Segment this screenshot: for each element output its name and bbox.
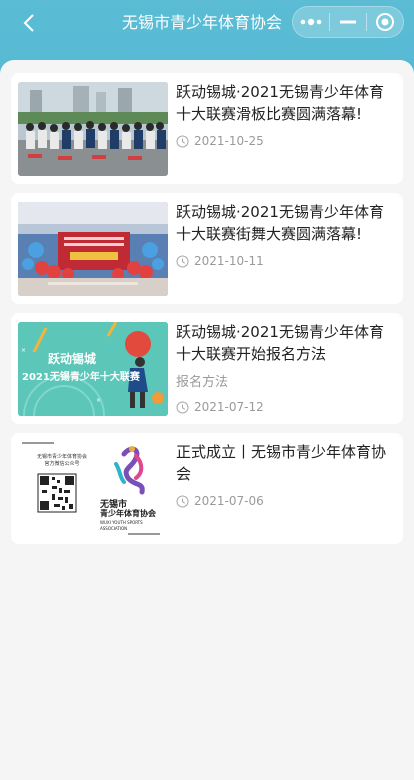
article-date: 2021-10-25 <box>194 134 264 148</box>
minimize-icon <box>340 20 356 24</box>
article-list: 跃动锡城·2021无锡青少年体育十大联赛滑板比赛圆满落幕! 2021-10-25 <box>0 60 414 780</box>
article-title: 正式成立丨无锡市青少年体育协会 <box>176 443 387 483</box>
clock-icon <box>176 495 189 507</box>
list-item[interactable]: 跃动锡城·2021无锡青少年体育十大联赛滑板比赛圆满落幕! 2021-10-25 <box>11 73 403 184</box>
mini-program-capsule <box>292 6 404 38</box>
article-date-row: 2021-10-11 <box>176 254 264 268</box>
article-date-row: 2021-07-12 <box>176 400 264 414</box>
article-title: 跃动锡城·2021无锡青少年体育十大联赛街舞大赛圆满落幕! <box>176 203 384 243</box>
thumb-headline: 跃动锡城 <box>48 352 97 366</box>
article-thumbnail <box>18 82 168 176</box>
logo-text-name: 青少年体育协会 <box>100 508 156 518</box>
more-button[interactable] <box>293 7 329 37</box>
article-thumbnail: × × 跃动锡城 2021无锡青少年十大联赛 <box>18 322 168 416</box>
list-item[interactable]: 跃动锡城·2021无锡青少年体育十大联赛街舞大赛圆满落幕! 2021-10-11 <box>11 193 403 304</box>
thumb-subline: 2021无锡青少年十大联赛 <box>22 372 140 383</box>
article-thumbnail <box>18 202 168 296</box>
article-date-row: 2021-07-06 <box>176 494 264 508</box>
logo-text-english-2: ASSOCIATION <box>100 526 128 531</box>
svg-text:×: × <box>21 347 26 354</box>
article-date: 2021-10-11 <box>194 254 264 268</box>
list-item[interactable]: × × 跃动锡城 2021无锡青少年十大联赛 跃动锡城·2021无锡青少年体育十… <box>11 313 403 424</box>
minimize-button[interactable] <box>330 7 366 37</box>
qr-caption: 无锡市青少年体育协会 <box>36 454 87 460</box>
article-thumbnail: 无锡市青少年体育协会 官方微信公众号 无锡市 青少年体育协会 WUXI YOUT… <box>18 442 168 536</box>
article-title: 跃动锡城·2021无锡青少年体育十大联赛开始报名方法 <box>176 323 384 363</box>
svg-text:×: × <box>96 397 101 404</box>
more-dots-icon <box>300 18 322 26</box>
qr-caption-2: 官方微信公众号 <box>44 461 80 467</box>
logo-text-english: WUXI YOUTH SPORTS <box>100 520 143 525</box>
article-date-row: 2021-10-25 <box>176 134 264 148</box>
clock-icon <box>176 255 189 267</box>
close-button[interactable] <box>367 7 403 37</box>
article-date: 2021-07-12 <box>194 400 264 414</box>
list-item[interactable]: 无锡市青少年体育协会 官方微信公众号 无锡市 青少年体育协会 WUXI YOUT… <box>11 433 403 544</box>
clock-icon <box>176 135 189 147</box>
article-date: 2021-07-06 <box>194 494 264 508</box>
article-subtitle: 报名方法 <box>176 375 229 390</box>
article-title: 跃动锡城·2021无锡青少年体育十大联赛滑板比赛圆满落幕! <box>176 83 384 123</box>
clock-icon <box>176 401 189 413</box>
target-icon <box>376 13 394 31</box>
